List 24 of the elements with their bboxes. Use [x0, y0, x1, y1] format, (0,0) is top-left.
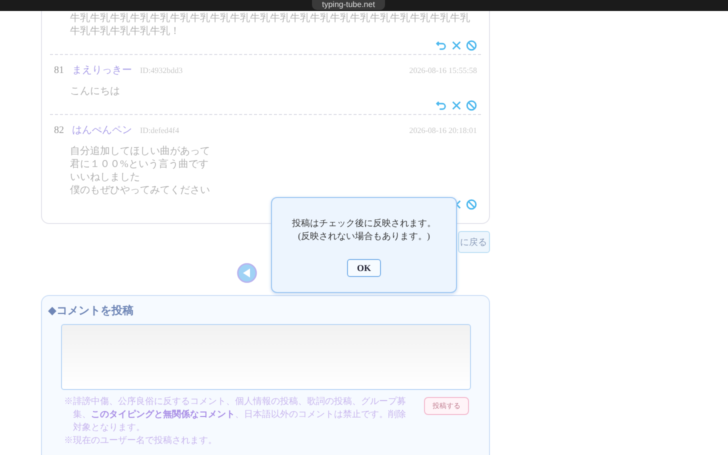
comment-number: 82 — [54, 125, 64, 136]
undo-arrow-icon[interactable] — [436, 100, 447, 111]
undo-arrow-icon[interactable] — [436, 40, 447, 51]
back-button[interactable]: に戻る — [458, 231, 490, 253]
comment-text: こんにちは — [69, 85, 121, 98]
dialog-message: (反映されない場合もあります。) — [298, 230, 430, 243]
close-icon[interactable] — [451, 100, 462, 111]
comment-number: 81 — [54, 65, 64, 76]
comment-text: 牛乳牛乳牛乳牛乳牛乳牛乳牛乳牛乳牛乳牛乳牛乳牛乳牛乳牛乳牛乳牛乳牛乳牛乳牛乳牛乳牛乳牛乳牛乳牛乳牛乳！ — [69, 12, 471, 38]
block-icon[interactable] — [466, 40, 477, 51]
ok-button[interactable]: OK — [347, 259, 381, 277]
notice-text: ※誹謗中傷、公序良俗に反するコメント、個人情報の投稿、歌詞の投稿、グループ募集、このタイピングと無関係なコメント、日本語以外のコメントは禁止です。削除対象となります。 — [64, 395, 407, 434]
close-icon[interactable] — [451, 40, 462, 51]
previous-page-icon[interactable] — [237, 263, 257, 283]
comment-input-field[interactable] — [61, 324, 471, 390]
notice-text: ※現在のユーザー名で投稿されます。 — [64, 434, 218, 447]
section-title: ◆コメントを投稿 — [48, 304, 134, 318]
block-icon[interactable] — [466, 199, 477, 210]
comment-text: 自分追加してほしい曲があって 君に１００%という言う曲です いいねしました 僕のもぜひやってみてください — [69, 144, 211, 197]
dialog-message: 投稿はチェック後に反映されます。 — [292, 217, 436, 230]
block-icon[interactable] — [466, 100, 477, 111]
user-name-link[interactable]: まえりっきー — [72, 63, 132, 77]
user-name-link[interactable]: はんぺんペン — [72, 123, 132, 137]
url-tooltip: typing-tube.net — [312, 0, 385, 10]
